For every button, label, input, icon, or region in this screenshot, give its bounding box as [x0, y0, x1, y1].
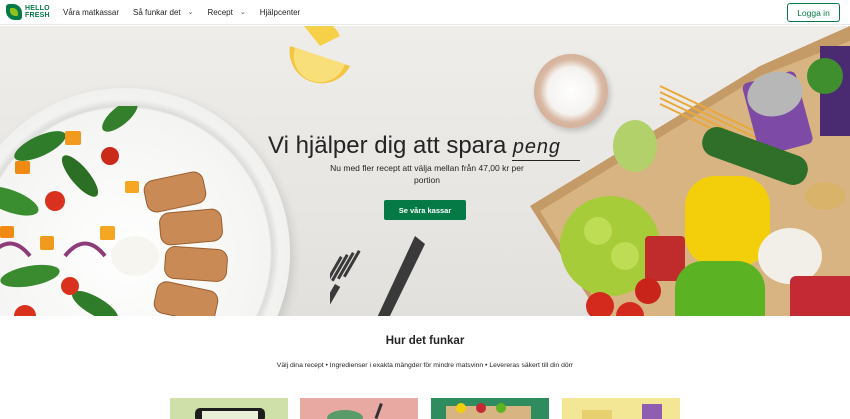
top-navigation: HELLO FRESH Våra matkassar Så funkar det… — [0, 0, 850, 25]
delivery-image — [582, 404, 662, 419]
vegetable-box-image — [530, 26, 850, 316]
chevron-down-icon: ⌄ — [239, 9, 246, 16]
hero-subtitle: Nu med fler recept att välja mellan från… — [330, 163, 524, 185]
box-image — [446, 403, 531, 419]
nav-item-label: Hjälpcenter — [259, 7, 301, 17]
login-button[interactable]: Logga in — [787, 3, 840, 22]
nav-item-label: Så funkar det — [133, 7, 181, 17]
cutlery-image — [330, 236, 425, 316]
phone-image — [195, 408, 265, 419]
hero-heading: Vi hjälper dig att spara peng — [268, 132, 581, 161]
hero-banner: Vi hjälper dig att spara peng Nu med fler… — [0, 26, 850, 316]
nav-item-label: Recept — [207, 7, 233, 17]
logo-text-hello: HELLO — [25, 5, 50, 12]
logo-text-fresh: FRESH — [25, 12, 50, 19]
how-it-works-subtitle: Välj dina recept • Ingredienser i exakta… — [276, 362, 574, 369]
chevron-down-icon: ⌄ — [187, 9, 194, 16]
salad-chicken-image — [0, 106, 228, 316]
step-card-choose-recipes — [170, 398, 288, 419]
see-boxes-button[interactable]: Se våra kassar — [384, 200, 466, 220]
nav-item-vara-matkassar[interactable]: Våra matkassar — [63, 8, 119, 17]
nav-item-hjalpcenter[interactable]: Hjälpcenter — [260, 8, 300, 17]
lemon-image — [289, 26, 350, 84]
logo-wordmark: HELLO FRESH — [25, 5, 51, 19]
nav-item-label: Våra matkassar — [63, 7, 120, 17]
step-card-ingredients — [300, 398, 418, 419]
hero-heading-text: Vi hjälper dig att spara — [268, 132, 507, 159]
step-card-delivery-box — [431, 398, 549, 419]
ingredients-image — [327, 403, 383, 419]
step-card-delivered — [562, 398, 680, 419]
nav-item-sa-funkar-det[interactable]: Så funkar det ⌄ — [133, 8, 193, 17]
how-it-works-title: Hur det funkar — [385, 335, 465, 347]
hellofresh-logo[interactable]: HELLO FRESH — [6, 4, 51, 20]
nav-item-recept[interactable]: Recept ⌄ — [208, 8, 246, 17]
hero-typed-word: peng — [512, 137, 581, 161]
logo-leaf-icon — [6, 4, 22, 20]
